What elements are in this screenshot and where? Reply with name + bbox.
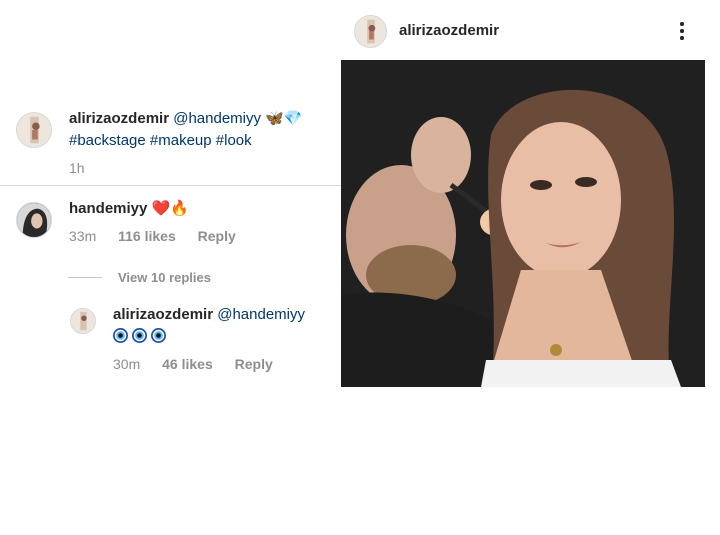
nazar-icon [132,328,147,343]
post-header: alirizaozdemir [341,0,720,60]
divider [0,185,341,186]
replies-line [68,277,102,278]
view-replies-button[interactable]: View 10 replies [68,270,211,285]
avatar[interactable] [16,202,52,238]
reply-emojis [113,326,343,348]
avatar[interactable] [16,112,52,148]
view-replies-label[interactable]: View 10 replies [118,270,211,285]
comment-time: 33m [69,228,97,244]
comment-reply-button[interactable]: Reply [198,228,236,244]
avatar[interactable] [70,308,96,334]
caption-time: 1h [69,160,85,176]
comment-emojis: ❤️🔥 [151,200,189,217]
reply-reply-button[interactable]: Reply [235,356,273,372]
caption-emojis: 🦋💎 [265,110,303,127]
caption-username[interactable]: alirizaozdemir [69,110,169,127]
post-username[interactable]: alirizaozdemir [399,22,499,39]
nazar-icon [113,328,128,343]
reply-username[interactable]: alirizaozdemir [113,306,213,323]
reply-mention[interactable]: @handemiyy [217,306,305,323]
more-vertical-icon[interactable] [677,22,687,42]
comment-username[interactable]: handemiyy [69,200,147,217]
comment-likes[interactable]: 116 likes [118,228,176,244]
post-photo[interactable] [341,60,705,387]
reply-likes[interactable]: 46 likes [162,356,213,372]
caption-hashtags[interactable]: #backstage #makeup #look [69,130,329,152]
caption-mention[interactable]: @handemiyy [173,110,261,127]
avatar[interactable] [354,15,387,48]
reply-time: 30m [113,356,141,372]
nazar-icon [151,328,166,343]
